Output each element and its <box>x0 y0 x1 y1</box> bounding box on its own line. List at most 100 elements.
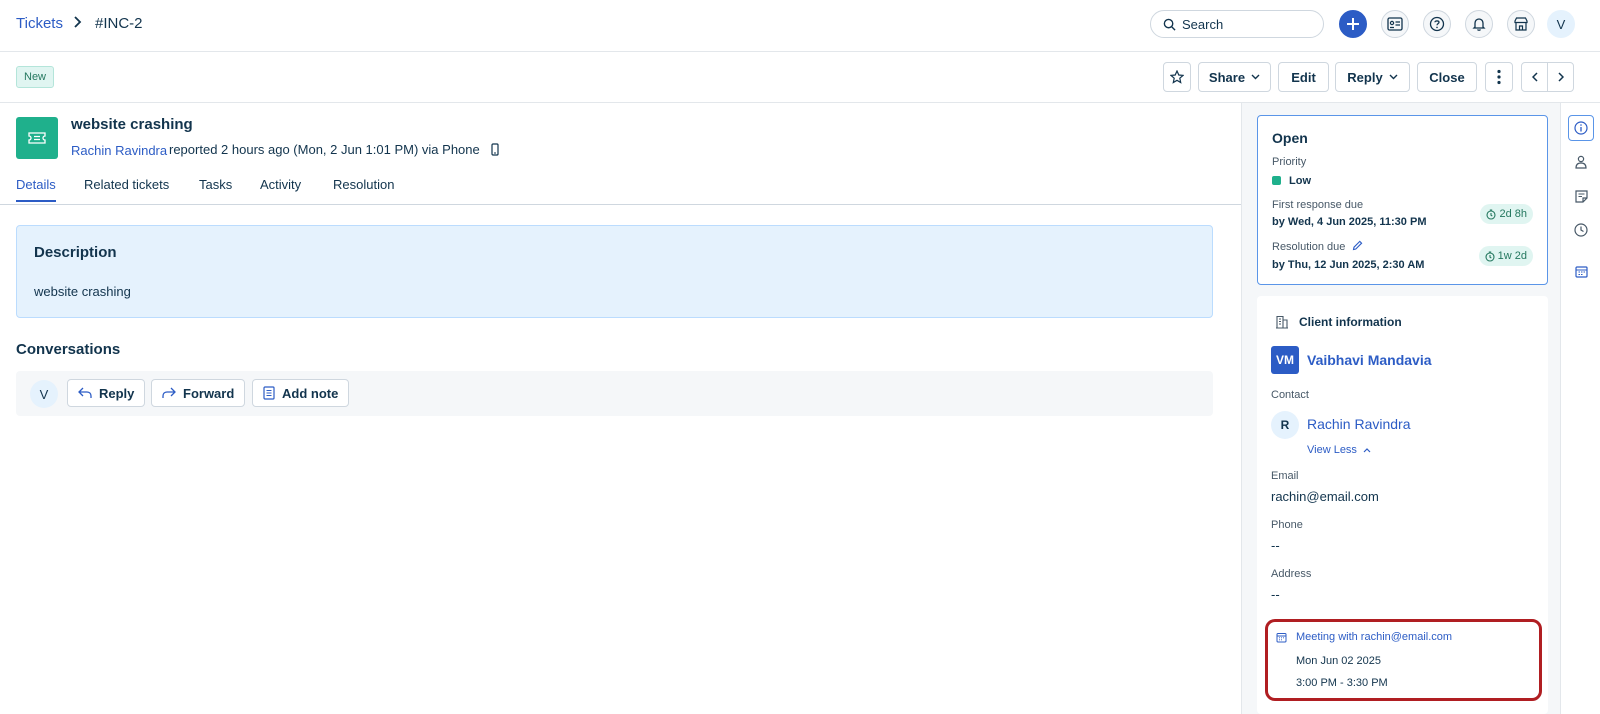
share-label: Share <box>1208 69 1246 85</box>
tab-details[interactable]: Details <box>16 177 56 202</box>
meeting-time: 3:00 PM - 3:30 PM <box>1296 677 1388 689</box>
tab-resolution[interactable]: Resolution <box>333 177 394 200</box>
edit-label: Edit <box>1291 69 1316 85</box>
ticket-type-icon <box>16 117 58 159</box>
chevron-right-icon <box>1557 72 1564 82</box>
store-icon <box>1514 17 1528 31</box>
reporter-link[interactable]: Rachin Ravindra <box>71 143 167 158</box>
company-name-link[interactable]: Vaibhavi Mandavia <box>1307 352 1432 368</box>
forward-button[interactable]: Forward <box>151 379 246 407</box>
marketplace-button[interactable] <box>1507 10 1535 38</box>
priority-color-dot <box>1272 176 1281 185</box>
ticket-status: Open <box>1272 130 1308 146</box>
more-options-button[interactable] <box>1485 62 1513 92</box>
rail-history-button[interactable] <box>1568 217 1594 243</box>
next-ticket-button[interactable] <box>1547 62 1574 92</box>
view-less-toggle[interactable]: View Less <box>1307 444 1371 456</box>
priority-value: Low <box>1272 175 1311 187</box>
agent-avatar: V <box>30 380 58 408</box>
timer-icon <box>1486 208 1497 220</box>
rail-calendar-button[interactable] <box>1568 258 1594 284</box>
rail-ticket-info-button[interactable] <box>1568 115 1594 141</box>
priority-text: Low <box>1289 175 1311 187</box>
meeting-date: Mon Jun 02 2025 <box>1296 655 1382 667</box>
resolution-label: Resolution due <box>1272 240 1363 253</box>
breadcrumb-current: #INC-2 <box>95 15 143 32</box>
resolution-sla: 1w 2d <box>1497 250 1527 262</box>
pencil-icon[interactable] <box>1352 240 1363 251</box>
search-icon <box>1163 18 1176 31</box>
info-icon <box>1574 121 1588 135</box>
description-heading: Description <box>34 244 117 261</box>
tab-activity[interactable]: Activity <box>260 177 301 200</box>
calendar-icon <box>1574 265 1588 278</box>
email-label: Email <box>1271 470 1299 482</box>
notifications-button[interactable] <box>1465 10 1493 38</box>
description-panel: Description website crashing <box>16 225 1213 318</box>
client-information-card: Client information VM Vaibhavi Mandavia … <box>1257 296 1548 714</box>
ticket-title: website crashing <box>71 116 193 133</box>
conversations-heading: Conversations <box>16 341 121 358</box>
tab-related-tickets[interactable]: Related tickets <box>84 177 169 200</box>
status-card: Open Priority Low First response due by … <box>1257 115 1548 285</box>
breadcrumb-tickets-link[interactable]: Tickets <box>16 15 63 32</box>
previous-ticket-button[interactable] <box>1521 62 1548 92</box>
conversation-reply-button[interactable]: Reply <box>67 379 146 407</box>
email-value: rachin@email.com <box>1271 489 1379 504</box>
tab-tasks[interactable]: Tasks <box>199 177 232 200</box>
reply-dropdown-button[interactable]: Reply <box>1335 62 1410 92</box>
help-icon <box>1429 16 1445 32</box>
help-button[interactable] <box>1423 10 1451 38</box>
breadcrumb-chevron-icon <box>73 15 83 32</box>
person-icon <box>1575 155 1587 169</box>
address-label: Address <box>1271 568 1312 580</box>
view-less-label: View Less <box>1307 444 1357 456</box>
ticket-main-content: website crashing Rachin Ravindra reporte… <box>0 103 1241 714</box>
favorite-button[interactable] <box>1163 62 1191 92</box>
reply-icon <box>78 387 92 398</box>
reply-label: Reply <box>1347 69 1383 85</box>
note-icon <box>263 386 275 400</box>
close-ticket-button[interactable]: Close <box>1417 62 1477 92</box>
notes-icon <box>1574 189 1588 203</box>
top-bar: Tickets #INC-2 Search V <box>0 0 1600 52</box>
first-response-due: by Wed, 4 Jun 2025, 11:30 PM <box>1272 216 1427 228</box>
resolution-label-text: Resolution due <box>1272 241 1346 253</box>
reported-text: reported 2 hours ago (Mon, 2 Jun 1:01 PM… <box>169 142 480 157</box>
ticket-action-bar: New Share Edit Reply Close <box>0 52 1600 103</box>
reported-info: reported 2 hours ago (Mon, 2 Jun 1:01 PM… <box>169 142 499 157</box>
priority-label: Priority <box>1272 156 1307 168</box>
contact-card-icon <box>1387 17 1403 31</box>
forward-label: Forward <box>183 385 235 401</box>
user-avatar[interactable]: V <box>1547 10 1575 38</box>
search-input[interactable]: Search <box>1150 10 1324 38</box>
share-button[interactable]: Share <box>1198 62 1271 92</box>
plus-icon <box>1347 18 1359 30</box>
phone-value: -- <box>1271 538 1280 553</box>
forward-icon <box>162 387 176 398</box>
building-icon <box>1276 315 1288 329</box>
meeting-card[interactable]: Meeting with rachin@email.com Mon Jun 02… <box>1265 619 1542 701</box>
phone-icon <box>491 143 499 156</box>
calendar-icon <box>1276 633 1287 643</box>
company-avatar: VM <box>1271 346 1299 374</box>
edit-button[interactable]: Edit <box>1278 62 1329 92</box>
rail-contact-button[interactable] <box>1568 149 1594 175</box>
contacts-icon-button[interactable] <box>1381 10 1409 38</box>
phone-label: Phone <box>1271 519 1303 531</box>
conversation-reply-label: Reply <box>99 385 135 401</box>
chevron-left-icon <box>1531 72 1538 82</box>
side-rail <box>1560 103 1600 714</box>
bell-icon <box>1472 18 1486 31</box>
status-badge: New <box>16 66 55 88</box>
add-note-button[interactable]: Add note <box>252 379 350 407</box>
resolution-due: by Thu, 12 Jun 2025, 2:30 AM <box>1272 259 1425 271</box>
first-response-label: First response due <box>1272 199 1364 211</box>
contact-name-link[interactable]: Rachin Ravindra <box>1307 416 1411 432</box>
chevron-up-icon <box>1363 448 1371 453</box>
rail-notes-button[interactable] <box>1568 183 1594 209</box>
close-label: Close <box>1429 69 1465 85</box>
meeting-title-link[interactable]: Meeting with rachin@email.com <box>1296 631 1452 643</box>
chevron-down-icon <box>1251 74 1260 80</box>
create-new-button[interactable] <box>1339 10 1367 38</box>
